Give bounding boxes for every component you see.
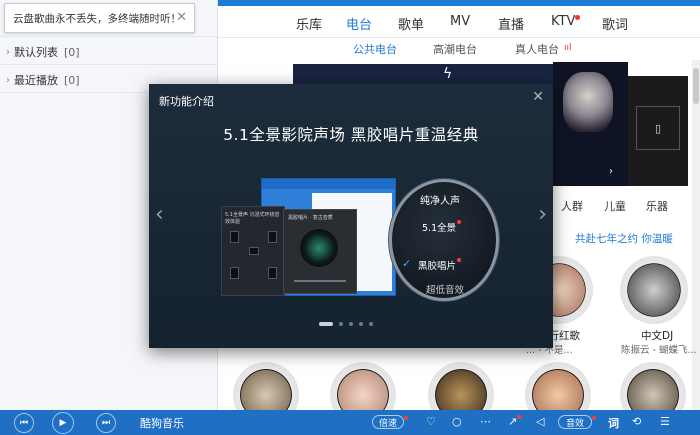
preview-caption: 5.1全景声 沉浸式环绕音效体验	[225, 212, 280, 225]
subtab-live-radio[interactable]: 真人电台	[515, 41, 559, 57]
previous-icon[interactable]: ⏮	[14, 413, 34, 433]
banner-tag: ▯	[636, 106, 680, 150]
category-instrument[interactable]: 乐器	[646, 198, 668, 214]
sidebar-divider	[0, 36, 218, 37]
new-dot-icon	[575, 15, 580, 20]
progress-track	[294, 280, 346, 282]
bolt-icon: ϟ	[443, 66, 453, 82]
close-icon[interactable]: ✕	[176, 10, 187, 25]
sidebar-item-count: [0]	[64, 45, 80, 59]
tooltip-text: 云盘歌曲永不丢失，多终端随时听！	[13, 12, 181, 25]
lens-item-bass: 超低音效	[426, 285, 465, 296]
chevron-right-icon: ›	[6, 74, 10, 86]
chevron-right-icon: ›	[6, 46, 10, 58]
scrollbar-thumb[interactable]	[693, 68, 699, 104]
play-icon[interactable]: ›	[609, 166, 613, 177]
preview-titlebar	[262, 179, 395, 189]
volume-icon[interactable]: ◁	[536, 415, 544, 428]
subtab-climax-radio[interactable]: 高潮电台	[433, 41, 477, 57]
comment-icon[interactable]: ○	[452, 415, 462, 428]
tab-mv[interactable]: MV	[450, 14, 470, 29]
heart-icon[interactable]: ♡	[426, 415, 436, 428]
radio-disc[interactable]	[620, 256, 688, 324]
prev-arrow-icon[interactable]: ‹	[155, 202, 164, 227]
sub-nav: 公共电台 高潮电台 真人电台 ııl	[218, 38, 700, 60]
top-nav: 乐库 电台 歌单 MV 直播 KTV 歌词	[218, 6, 700, 38]
tab-ktv[interactable]: KTV	[551, 14, 575, 29]
carousel-dot[interactable]	[369, 322, 373, 326]
carousel-dot[interactable]	[319, 322, 333, 326]
lens-label: 5.1全景	[422, 223, 457, 234]
carousel-dot[interactable]	[339, 322, 343, 326]
close-icon[interactable]: ✕	[532, 89, 544, 105]
promo-link[interactable]: 共赴七年之约 你温暖	[575, 231, 673, 246]
speaker-icon	[230, 231, 239, 243]
preview-caption: 黑胶唱片 · 复古音质	[288, 215, 333, 221]
new-dot-icon	[457, 220, 462, 224]
playlist-icon[interactable]: ☰	[660, 415, 670, 428]
speed-button[interactable]: 倍速	[372, 415, 404, 429]
speaker-icon	[268, 231, 277, 243]
disc-subtitle: 陈振云 - 蝴蝶飞...	[621, 345, 697, 356]
tab-live[interactable]: 直播	[498, 14, 524, 33]
next-arrow-icon[interactable]: ›	[538, 202, 547, 227]
artist-photo	[563, 72, 613, 132]
dialog-title: 新功能介绍	[159, 95, 214, 108]
dialog-headline: 5.1全景影院声场 黑胶唱片重温经典	[223, 126, 479, 144]
scrollbar[interactable]	[692, 60, 700, 410]
lens-item-vinyl: 黑胶唱片	[418, 258, 462, 272]
speaker-icon	[249, 247, 259, 255]
banner-artist-image[interactable]: ›	[553, 62, 628, 186]
sidebar-item-label: 最近播放	[14, 74, 58, 87]
sidebar-item-default-list[interactable]: › 默认列表 [0]	[6, 44, 80, 60]
surround-preview: 5.1全景声 沉浸式环绕音效体验	[221, 206, 285, 296]
disc-title[interactable]: 中文DJ	[641, 328, 673, 343]
category-kids[interactable]: 儿童	[604, 198, 626, 214]
new-dot-icon	[592, 416, 596, 420]
tab-playlist[interactable]: 歌单	[398, 14, 424, 33]
sidebar-item-label: 默认列表	[14, 46, 58, 59]
new-dot-icon	[404, 416, 408, 420]
player-bar: ⏮ ▶ ⏭ 酷狗音乐 倍速 ♡ ○ ⋯ ↗ ◁ 音效 词 ⟲ ☰	[0, 410, 700, 435]
play-icon[interactable]: ▶	[52, 412, 74, 434]
tab-lyrics[interactable]: 歌词	[602, 14, 628, 33]
speaker-icon	[230, 267, 239, 279]
vinyl-preview: 黑胶唱片 · 复古音质	[283, 209, 357, 294]
disc-cover	[628, 264, 680, 316]
sidebar-item-count: [0]	[64, 73, 80, 87]
cloud-tooltip: 云盘歌曲永不丢失，多终端随时听！ ✕	[4, 3, 195, 33]
sidebar-divider	[0, 64, 218, 65]
banner-image[interactable]: ϟ	[293, 64, 553, 86]
tab-radio[interactable]: 电台	[346, 14, 372, 33]
sound-effect-button[interactable]: 音效	[558, 415, 592, 429]
category-crowd[interactable]: 人群	[561, 198, 583, 214]
loop-icon[interactable]: ⟲	[632, 415, 641, 428]
feature-intro-dialog: 新功能介绍 ✕ 5.1全景影院声场 黑胶唱片重温经典 ‹ › 5.1全景声 沉浸…	[149, 84, 553, 348]
next-icon[interactable]: ⏭	[96, 413, 116, 433]
magnifier-lens: 纯净人声 5.1全景 ✓ 黑胶唱片 超低音效	[389, 179, 499, 301]
lyrics-button[interactable]: 词	[608, 415, 619, 431]
lens-label: 黑胶唱片	[418, 261, 457, 272]
current-song[interactable]: 酷狗音乐	[140, 415, 184, 431]
carousel-dot[interactable]	[359, 322, 363, 326]
carousel-dots	[319, 322, 373, 326]
new-dot-icon	[457, 258, 462, 262]
sidebar-item-recent[interactable]: › 最近播放 [0]	[6, 72, 80, 88]
more-icon[interactable]: ⋯	[480, 415, 491, 428]
tab-library[interactable]: 乐库	[296, 14, 322, 33]
check-icon: ✓	[402, 257, 412, 270]
lens-item-pure-voice: 纯净人声	[420, 196, 460, 207]
share-icon[interactable]: ↗	[508, 415, 517, 428]
carousel-dot[interactable]	[349, 322, 353, 326]
lens-item-surround: 5.1全景	[422, 220, 462, 234]
new-dot-icon	[517, 415, 521, 419]
speaker-icon	[268, 267, 277, 279]
vinyl-record-icon	[300, 229, 338, 267]
signal-icon: ııl	[564, 43, 572, 53]
subtab-public-radio[interactable]: 公共电台	[353, 41, 397, 57]
banner-side-image[interactable]: ▯	[628, 76, 688, 186]
